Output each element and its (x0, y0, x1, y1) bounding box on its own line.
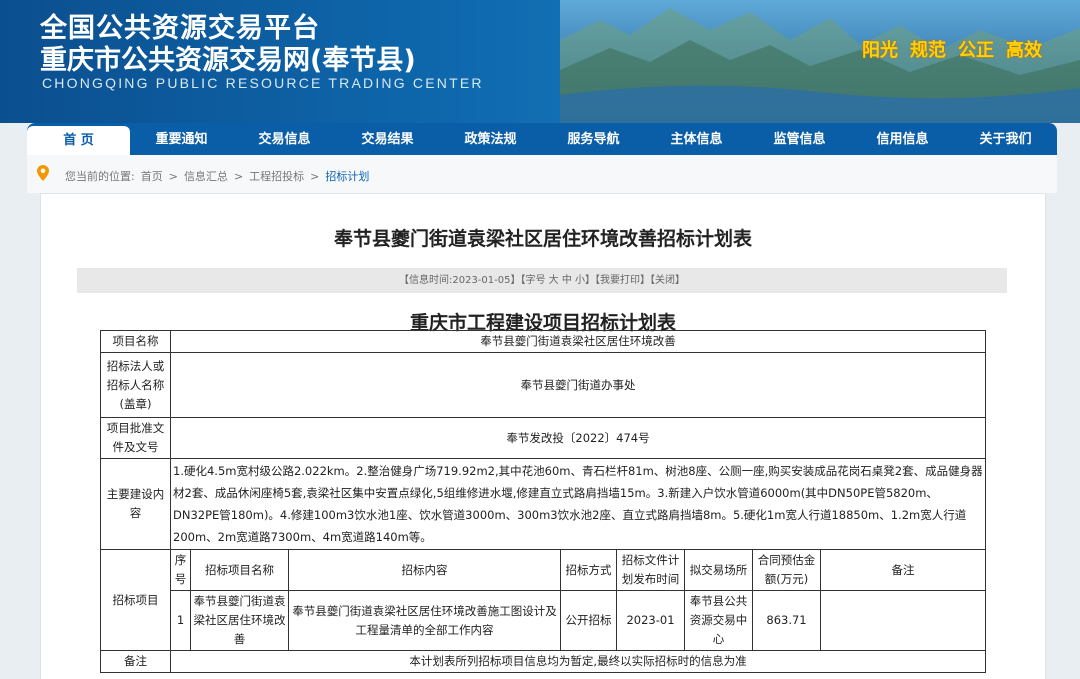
cell-remark (820, 590, 986, 651)
article-panel: 奉节县夔门街道袁梁社区居住环境改善招标计划表 【信息时间:2023-01-05】… (40, 193, 1046, 679)
table-row: 1 奉节县夔门街道袁梁社区居住环境改善 奉节县夔门街道袁梁社区居住环境改善施工图… (101, 590, 986, 651)
cell-content: 奉节县夔门街道袁梁社区居住环境改善施工图设计及工程量清单的全部工作内容 (288, 590, 561, 651)
site-header: 全国公共资源交易平台 重庆市公共资源交易网(奉节县) CHONGQING PUB… (0, 0, 1080, 123)
col-header-remark: 备注 (820, 549, 986, 591)
table-row: 项目名称 奉节县夔门街道袁梁社区居住环境改善 (100, 330, 986, 353)
site-subtitle-en: CHONGQING PUBLIC RESOURCE TRADING CENTER (42, 75, 484, 91)
breadcrumb-item-home[interactable]: 首页 (141, 168, 163, 184)
cell-venue: 奉节县公共资源交易中心 (684, 590, 753, 651)
project-name-value: 奉节县夔门街道袁梁社区居住环境改善 (170, 330, 986, 353)
cell-method: 公开招标 (560, 590, 617, 651)
nav-item-home[interactable]: 首 页 (27, 126, 130, 155)
breadcrumb-item-engineering[interactable]: 工程招投标 (249, 168, 304, 184)
approval-label: 项目批准文件及文号 (100, 417, 171, 459)
slogan: 高效 (1006, 40, 1042, 61)
cell-name: 奉节县夔门街道袁梁社区居住环境改善 (190, 590, 289, 651)
nav-item-notices[interactable]: 重要通知 (130, 123, 233, 155)
nav-item-about[interactable]: 关于我们 (954, 123, 1057, 155)
col-header-publish-time: 招标文件计划发布时间 (616, 549, 685, 591)
cell-publish-time: 2023-01 (616, 590, 685, 651)
table-row: 招标法人或招标人名称(盖章) 奉节县夔门街道办事处 (100, 352, 986, 418)
table-row: 备注 本计划表所列招标项目信息均为暂定,最终以实际招标时的信息为准 (100, 650, 986, 673)
col-header-venue: 拟交易场所 (684, 549, 753, 591)
col-header-name: 招标项目名称 (190, 549, 289, 591)
breadcrumb-separator: > (310, 169, 320, 183)
breadcrumb-bar: 您当前的位置: 首页 > 信息汇总 > 工程招投标 > 招标计划 (27, 155, 1057, 193)
tenderer-label: 招标法人或招标人名称(盖章) (100, 352, 171, 418)
col-header-amount: 合同预估金额(万元) (752, 549, 821, 591)
breadcrumb-separator: > (168, 169, 178, 183)
scope-value: 1.硬化4.5m宽村级公路2.022km。2.整治健身广场719.92m2,其中… (170, 458, 986, 550)
items-label: 招标项目 (100, 549, 171, 651)
cell-amount: 863.71 (752, 590, 821, 651)
tender-plan-table: 项目名称 奉节县夔门街道袁梁社区居住环境改善 招标法人或招标人名称(盖章) 奉节… (100, 330, 986, 673)
slogan: 阳光 (862, 40, 898, 61)
nav-item-credit[interactable]: 信用信息 (851, 123, 954, 155)
project-name-label: 项目名称 (100, 330, 171, 353)
col-header-method: 招标方式 (560, 549, 617, 591)
article-info-bar[interactable]: 【信息时间:2023-01-05】【字号 大 中 小】【我要打印】【关闭】 (77, 268, 1007, 293)
nav-item-entity-info[interactable]: 主体信息 (645, 123, 748, 155)
breadcrumb: 您当前的位置: 首页 > 信息汇总 > 工程招投标 > 招标计划 (65, 168, 369, 184)
approval-value: 奉节发改投〔2022〕474号 (170, 417, 986, 459)
breadcrumb-item-current[interactable]: 招标计划 (325, 168, 369, 184)
site-title: 重庆市公共资源交易网(奉节县) (40, 45, 416, 76)
remark-label: 备注 (100, 650, 171, 673)
scope-label: 主要建设内容 (100, 458, 171, 550)
nav-item-trade-results[interactable]: 交易结果 (336, 123, 439, 155)
location-pin-icon (37, 165, 49, 181)
nav-item-policies[interactable]: 政策法规 (439, 123, 542, 155)
breadcrumb-item-summary[interactable]: 信息汇总 (184, 168, 228, 184)
table-row: 招标项目 序号 招标项目名称 招标内容 招标方式 招标文件计划发布时间 拟交易场… (100, 549, 986, 651)
cell-seq: 1 (170, 590, 191, 651)
tenderer-value: 奉节县夔门街道办事处 (170, 352, 986, 418)
article-title: 奉节县夔门街道袁梁社区居住环境改善招标计划表 (333, 228, 752, 250)
col-header-seq: 序号 (170, 549, 191, 591)
nav-item-trade-info[interactable]: 交易信息 (233, 123, 336, 155)
table-row: 主要建设内容 1.硬化4.5m宽村级公路2.022km。2.整治健身广场719.… (100, 458, 986, 550)
main-nav: 首 页 重要通知 交易信息 交易结果 政策法规 服务导航 主体信息 监管信息 信… (27, 123, 1057, 155)
breadcrumb-prefix: 您当前的位置: (65, 170, 135, 183)
col-header-content: 招标内容 (288, 549, 561, 591)
nav-item-supervision[interactable]: 监管信息 (748, 123, 851, 155)
breadcrumb-separator: > (233, 169, 244, 183)
remark-value: 本计划表所列招标项目信息均为暂定,最终以实际招标时的信息为准 (170, 650, 986, 673)
nav-item-service-guide[interactable]: 服务导航 (542, 123, 645, 155)
slogan-group: 阳光 规范 公正 高效 (862, 36, 1042, 62)
table-row: 项目批准文件及文号 奉节发改投〔2022〕474号 (100, 417, 986, 459)
slogan: 规范 (910, 40, 946, 61)
slogan: 公正 (958, 40, 994, 61)
